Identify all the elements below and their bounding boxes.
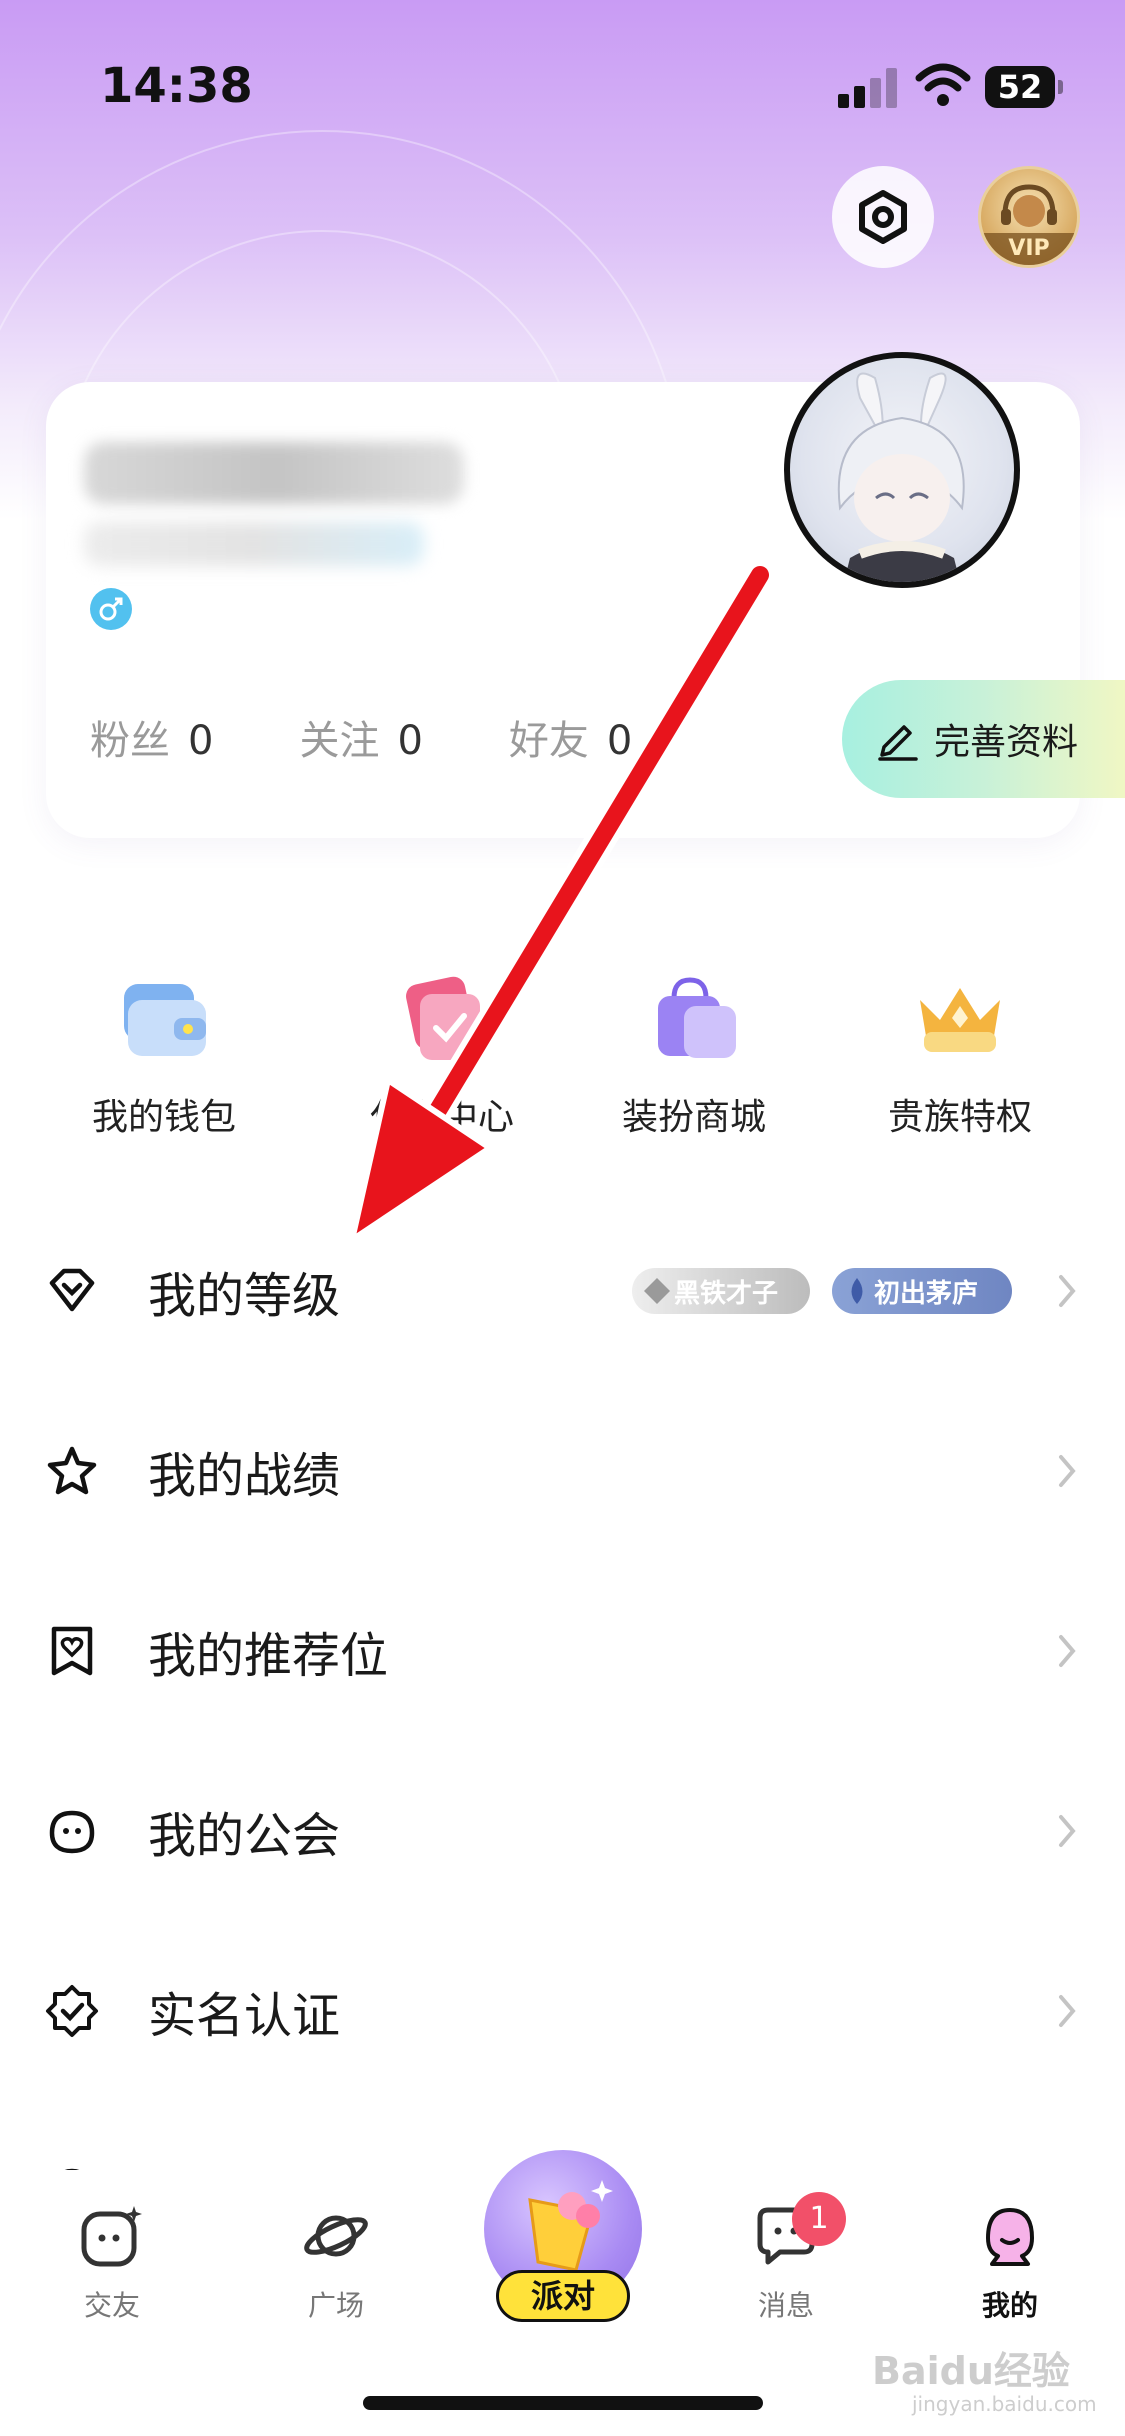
menu-item-my-level[interactable]: 我的等级 黑铁才子 初出茅庐: [0, 1216, 1125, 1366]
stat-fans[interactable]: 粉丝 0: [90, 708, 213, 766]
quick-entry-label: 贵族特权: [887, 1097, 1032, 1138]
tab-plaza[interactable]: 广场: [256, 2200, 416, 2324]
planet-icon: [304, 2215, 368, 2257]
tab-party[interactable]: 派对: [496, 2270, 630, 2322]
status-time: 14:38: [100, 58, 253, 114]
quick-entry-noble-privileges[interactable]: 贵族特权: [840, 970, 1080, 1140]
chevron-right-icon: [1059, 1815, 1076, 1847]
chevron-right-icon: [1059, 1995, 1076, 2027]
badge-label: 黑铁才子: [674, 1278, 779, 1309]
diamond-level-icon: [49, 1268, 95, 1312]
quick-entry-wallet[interactable]: 我的钱包: [44, 970, 284, 1140]
watermark-logo: Baidu经验: [872, 2349, 1070, 2393]
menu-label: 我的推荐位: [148, 1628, 389, 1684]
stat-friends[interactable]: 好友 0: [509, 708, 632, 766]
stat-value: 0: [606, 718, 633, 764]
pencil-icon: [878, 725, 918, 761]
user-avatar[interactable]: [784, 352, 1020, 588]
quick-entry-label: 任务中心: [369, 1097, 514, 1138]
tab-label: 广场: [307, 2289, 364, 2322]
stat-value: 0: [397, 718, 423, 764]
tab-make-friends[interactable]: 交友: [32, 2200, 192, 2324]
level-badge-newbie: 初出茅庐: [832, 1268, 1012, 1314]
menu-label: 我的战绩: [148, 1448, 341, 1504]
menu-item-real-name-verification[interactable]: 实名认证: [0, 1936, 1125, 2086]
level-badge-iron: 黑铁才子: [632, 1268, 810, 1314]
stat-following[interactable]: 关注 0: [299, 708, 422, 766]
water-drop-icon: [851, 1278, 863, 1304]
battery-level: 52: [997, 68, 1043, 106]
unread-message-badge: 1: [792, 2192, 846, 2246]
stat-label: 好友: [508, 718, 589, 764]
quick-entry-label: 装扮商城: [621, 1097, 766, 1138]
stat-value: 0: [188, 718, 214, 764]
settings-hexagon-icon: [859, 190, 907, 244]
menu-label: 我的等级: [148, 1268, 341, 1324]
crown-icon: [910, 970, 1010, 1070]
star-icon: [47, 1446, 97, 1495]
chat-square-icon: [81, 2206, 142, 2267]
me-icon: [986, 2208, 1034, 2266]
watermark-url: jingyan.baidu.com: [912, 2392, 1097, 2416]
shopping-bag-icon: [644, 970, 744, 1070]
edit-profile-label: 完善资料: [934, 722, 1079, 763]
quick-entry-label: 我的钱包: [91, 1097, 236, 1138]
user-id-blurred: [84, 522, 424, 566]
badge-label: 初出茅庐: [874, 1278, 979, 1309]
quick-entries: 我的钱包 任务中心 装扮商城 贵族特权: [0, 970, 1125, 1170]
task-icon: [392, 970, 492, 1070]
nickname-blurred: [84, 442, 464, 504]
menu-label: 我的公会: [148, 1808, 341, 1864]
stat-label: 粉丝: [90, 718, 170, 764]
verified-badge-icon: [46, 1985, 98, 2037]
home-indicator: [363, 2396, 763, 2410]
signal-icon: [838, 66, 900, 108]
vip-customer-service-button[interactable]: VIP: [978, 166, 1080, 268]
vip-label: VIP: [981, 233, 1077, 265]
settings-button[interactable]: [832, 166, 934, 268]
male-gender-icon: [90, 588, 132, 630]
chevron-right-icon: [1059, 1455, 1076, 1487]
menu-item-my-record[interactable]: 我的战绩: [0, 1396, 1125, 1546]
chevron-right-icon: [1059, 1275, 1076, 1307]
profile-stats: 粉丝 0 关注 0 好友 0: [90, 708, 632, 766]
wallet-icon: [114, 970, 214, 1070]
wifi-icon: [915, 63, 971, 106]
avatar-illustration: [837, 372, 965, 582]
battery-icon: 52: [985, 66, 1063, 108]
tab-me[interactable]: 我的: [930, 2200, 1090, 2324]
stat-label: 关注: [299, 718, 380, 764]
tab-label: 消息: [757, 2289, 814, 2322]
gem-level-icon: [644, 1278, 670, 1304]
quick-entry-dressup-mall[interactable]: 装扮商城: [574, 970, 814, 1140]
edit-profile-button[interactable]: 完善资料: [842, 680, 1125, 798]
menu-item-my-guild[interactable]: 我的公会: [0, 1756, 1125, 1906]
chevron-right-icon: [1059, 1635, 1076, 1667]
guild-icon: [49, 1810, 95, 1854]
tab-label: 我的: [981, 2289, 1038, 2322]
quick-entry-tasks[interactable]: 任务中心: [322, 970, 562, 1140]
tab-label: 交友: [83, 2289, 140, 2322]
bookmark-heart-icon: [51, 1626, 93, 1676]
menu-label: 实名认证: [148, 1988, 341, 2044]
menu-item-my-recommendation[interactable]: 我的推荐位: [0, 1576, 1125, 1726]
